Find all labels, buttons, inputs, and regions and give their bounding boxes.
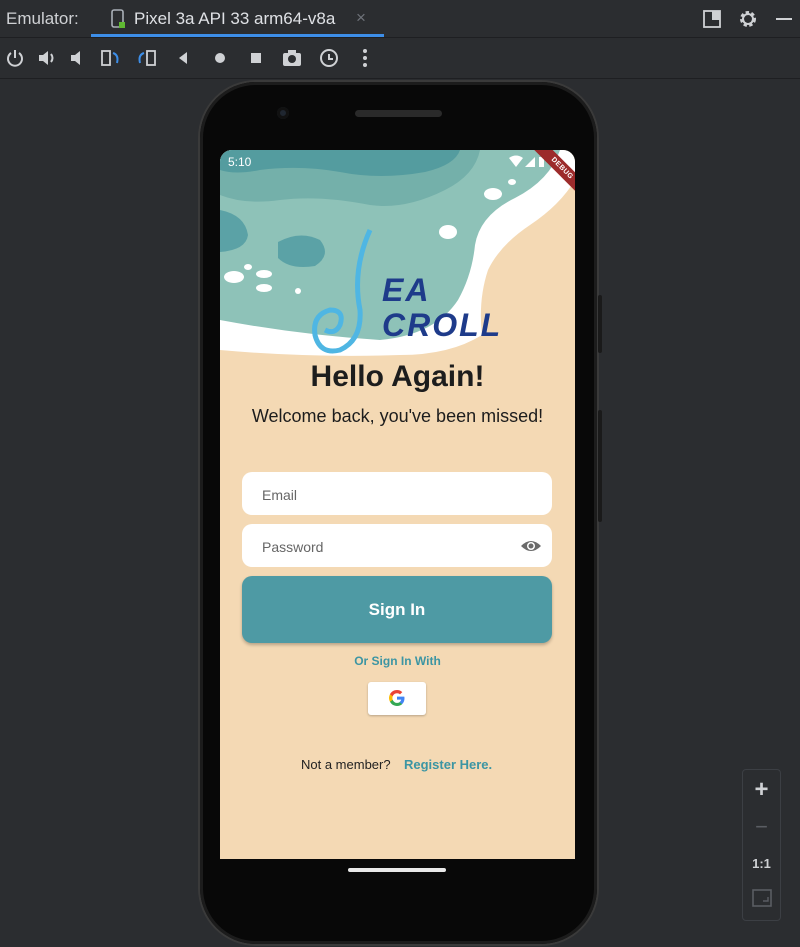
register-link[interactable]: Register Here. — [404, 757, 492, 772]
home-indicator[interactable] — [348, 868, 446, 872]
google-icon — [389, 690, 405, 706]
logo-text-line1: EA — [382, 272, 431, 308]
home-icon[interactable] — [209, 47, 231, 69]
emulator-label: Emulator: — [6, 9, 79, 28]
email-input[interactable] — [260, 472, 514, 517]
tab-title: Pixel 3a API 33 arm64-v8a — [134, 9, 336, 28]
volume-down-icon[interactable] — [66, 47, 88, 69]
status-time: 5:10 — [228, 155, 252, 169]
device-icon — [111, 9, 125, 28]
status-bar: 5:10 — [220, 150, 575, 172]
fit-screen-icon[interactable] — [752, 889, 772, 907]
zoom-controls: + − 1:1 — [742, 769, 781, 921]
front-camera — [277, 107, 289, 119]
emulator-titlebar: Emulator: Pixel 3a API 33 arm64-v8a × — [0, 0, 800, 38]
google-sign-in-button[interactable] — [368, 682, 426, 715]
volume-rocker[interactable] — [598, 410, 602, 522]
tab-active-indicator — [91, 34, 384, 37]
or-sign-in-label: Or Sign In With — [354, 654, 441, 668]
camera-icon[interactable] — [281, 47, 303, 69]
sign-in-button[interactable]: Sign In — [242, 576, 552, 643]
more-icon[interactable] — [354, 47, 376, 69]
zoom-actual-size-button[interactable]: 1:1 — [743, 856, 780, 871]
email-field[interactable] — [242, 472, 552, 517]
minimize-icon[interactable] — [773, 8, 795, 30]
logo-text-line2: CROLL — [382, 307, 503, 343]
earpiece-speaker — [355, 110, 442, 117]
overview-icon[interactable] — [245, 47, 267, 69]
power-icon[interactable] — [4, 47, 26, 69]
eye-icon[interactable] — [520, 535, 542, 557]
signal-icon — [509, 155, 544, 167]
snapshot-icon[interactable] — [318, 47, 340, 69]
page-subtitle: Welcome back, you've been missed! — [251, 406, 544, 426]
zoom-in-button[interactable]: + — [743, 776, 780, 804]
power-button[interactable] — [598, 295, 602, 353]
close-icon[interactable]: × — [356, 8, 366, 28]
gear-icon[interactable] — [737, 8, 759, 30]
emulator-toolbar — [0, 38, 800, 79]
volume-up-icon[interactable] — [36, 47, 58, 69]
layout-icon[interactable] — [701, 8, 723, 30]
password-input[interactable] — [260, 524, 514, 569]
rotate-right-icon[interactable] — [136, 47, 158, 69]
app-screen: 5:10 DEBUG EA CROLL Hello Again! Welcome… — [220, 150, 575, 859]
back-icon[interactable] — [172, 47, 194, 69]
rotate-left-icon[interactable] — [99, 47, 121, 69]
not-member-text: Not a member? — [301, 757, 391, 772]
tab-device[interactable]: Pixel 3a API 33 arm64-v8a × — [91, 0, 384, 37]
password-field[interactable] — [242, 524, 552, 569]
page-title: Hello Again! — [310, 360, 485, 393]
zoom-out-button[interactable]: − — [743, 814, 780, 840]
